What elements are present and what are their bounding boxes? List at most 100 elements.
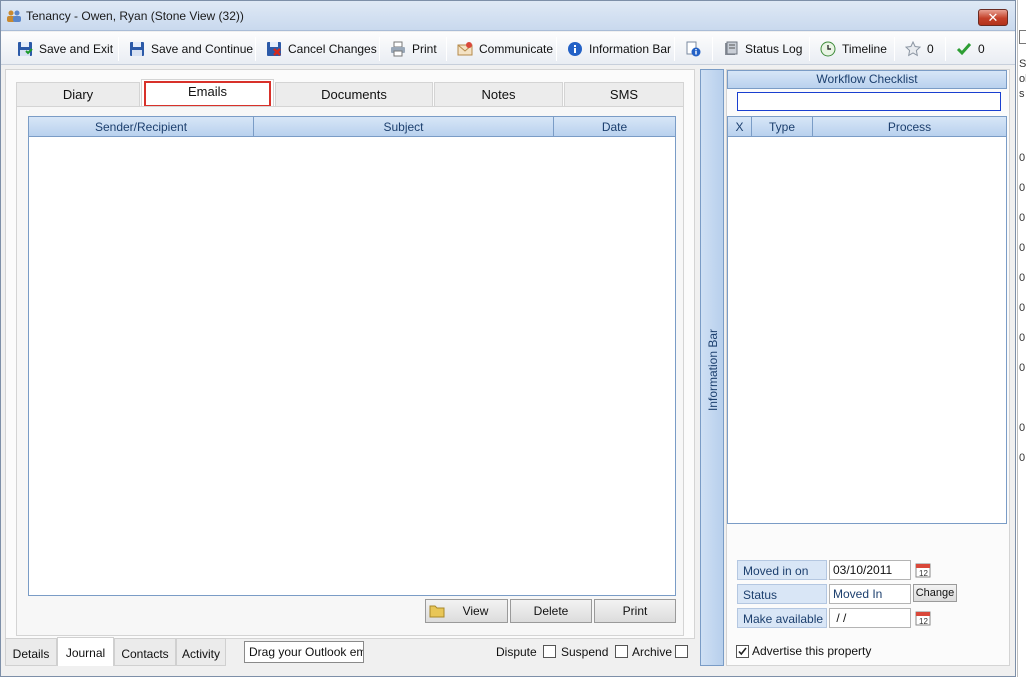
column-x[interactable]: X (728, 117, 752, 137)
moved-in-row: Moved in on 03/10/2011 12 (737, 560, 997, 580)
dispute-label: Dispute (496, 645, 537, 659)
people-icon (7, 10, 21, 22)
column-date[interactable]: Date (554, 117, 675, 137)
status-label: Status (737, 584, 827, 604)
information-bar-toggle[interactable]: Information Bar (700, 69, 724, 666)
edge-text: 0 (1019, 452, 1026, 464)
info-icon (568, 42, 582, 56)
tab-notes[interactable]: Notes (434, 82, 563, 106)
dispute-checkbox[interactable] (543, 645, 556, 658)
tab-diary[interactable]: Diary (16, 82, 140, 106)
edge-text: ol (1019, 73, 1026, 85)
view-label: View (462, 604, 489, 618)
save-and-exit-label: Save and Exit (39, 42, 114, 56)
column-subject[interactable]: Subject (254, 117, 554, 137)
edge-text: 0 (1019, 182, 1026, 194)
make-available-date-field[interactable]: / / (829, 608, 911, 628)
communicate-button[interactable]: Communicate (457, 39, 553, 59)
advertise-property-option[interactable]: Advertise this property (736, 644, 871, 658)
star-count: 0 (927, 42, 934, 56)
tab-journal[interactable]: Journal (57, 637, 114, 666)
floppy-disk-icon (18, 42, 33, 56)
outlook-drop-field[interactable]: Drag your Outlook em (244, 641, 364, 663)
column-process[interactable]: Process (813, 117, 1006, 137)
close-button[interactable]: ✕ (978, 9, 1008, 26)
workflow-checklist-header: Workflow Checklist (727, 70, 1007, 89)
background-window-edge: Se ol s 0 0 0 0 0 0 0 0 0 0 (1017, 0, 1026, 677)
cancel-changes-button[interactable]: Cancel Changes (266, 39, 377, 59)
print-emails-button[interactable]: Print (594, 599, 676, 623)
favourites-button[interactable]: 0 (905, 39, 934, 59)
svg-text:12: 12 (919, 617, 928, 626)
toolbar-separator (379, 37, 380, 61)
make-available-row: Make available / / 12 (737, 608, 997, 628)
emails-grid[interactable]: Sender/Recipient Subject Date (28, 116, 676, 596)
log-book-icon (725, 41, 738, 55)
toolbar-separator (809, 37, 810, 61)
edge-text: 0 (1019, 302, 1026, 314)
workflow-grid[interactable]: X Type Process (727, 116, 1007, 524)
information-panel: Workflow Checklist X Type Process Moved … (726, 69, 1010, 666)
information-bar-button[interactable]: Information Bar (567, 39, 671, 59)
tab-sms[interactable]: SMS (564, 82, 684, 106)
archive-label: Archive (632, 645, 673, 659)
delete-button[interactable]: Delete (510, 599, 592, 623)
tab-documents[interactable]: Documents (275, 82, 433, 106)
moved-in-date-field[interactable]: 03/10/2011 (829, 560, 911, 580)
printer-icon (391, 41, 405, 57)
svg-text:12: 12 (919, 569, 928, 578)
toolbar-separator (894, 37, 895, 61)
save-and-continue-button[interactable]: Save and Continue (129, 39, 253, 59)
status-field: Moved In (829, 584, 911, 604)
tab-details[interactable]: Details (5, 638, 57, 666)
journal-tabs: Diary Emails Documents Notes SMS (16, 79, 684, 107)
edge-text: s (1019, 88, 1025, 100)
moved-in-label: Moved in on (737, 560, 827, 580)
advertise-checkbox[interactable] (736, 644, 749, 658)
folder-icon (429, 605, 445, 618)
print-button[interactable]: Print (390, 39, 437, 59)
checkmark-icon (956, 43, 972, 56)
status-log-button[interactable]: Status Log (723, 39, 802, 59)
workflow-filter-input[interactable] (737, 92, 1001, 111)
calendar-icon[interactable]: 12 (915, 562, 931, 578)
timeline-button[interactable]: Timeline (820, 39, 887, 59)
floppy-disk-icon (130, 42, 144, 56)
tab-contacts[interactable]: Contacts (114, 638, 176, 666)
toolbar-separator (118, 37, 119, 61)
column-type[interactable]: Type (752, 117, 813, 137)
document-info-icon (686, 41, 701, 57)
cancel-disk-icon (267, 42, 281, 56)
status-row: Status Moved In Change (737, 584, 997, 604)
toolbar-separator (556, 37, 557, 61)
information-bar-label: Information Bar (589, 42, 672, 56)
status-log-label: Status Log (745, 42, 803, 56)
tab-emails[interactable]: Emails (141, 79, 274, 107)
column-sender-recipient[interactable]: Sender/Recipient (29, 117, 254, 137)
edge-text: 0 (1019, 362, 1026, 374)
document-info-button[interactable] (685, 39, 701, 59)
toolbar-separator (712, 37, 713, 61)
save-and-exit-button[interactable]: Save and Exit (17, 39, 113, 59)
archive-checkbox[interactable] (675, 645, 688, 658)
toolbar-separator (255, 37, 256, 61)
save-and-continue-label: Save and Continue (151, 42, 254, 56)
check-count: 0 (978, 42, 985, 56)
tab-activity[interactable]: Activity (176, 638, 226, 666)
edge-text: Se (1019, 58, 1026, 70)
communicate-label: Communicate (479, 42, 554, 56)
title-bar: Tenancy - Owen, Ryan (Stone View (32)) ✕ (1, 1, 1015, 31)
completed-tasks-button[interactable]: 0 (956, 39, 985, 59)
journal-panel: Diary Emails Documents Notes SMS Sender/… (5, 69, 695, 639)
view-button[interactable]: View (425, 599, 508, 623)
edge-text: 0 (1019, 422, 1026, 434)
workflow-grid-header: X Type Process (728, 117, 1006, 137)
change-status-button[interactable]: Change (913, 584, 957, 602)
window-title: Tenancy - Owen, Ryan (Stone View (32)) (26, 9, 244, 23)
checkmark-icon (738, 647, 747, 655)
suspend-checkbox[interactable] (615, 645, 628, 658)
calendar-icon[interactable]: 12 (915, 610, 931, 626)
print-label: Print (412, 42, 437, 56)
edge-text: 0 (1019, 152, 1026, 164)
cancel-changes-label: Cancel Changes (288, 42, 377, 56)
